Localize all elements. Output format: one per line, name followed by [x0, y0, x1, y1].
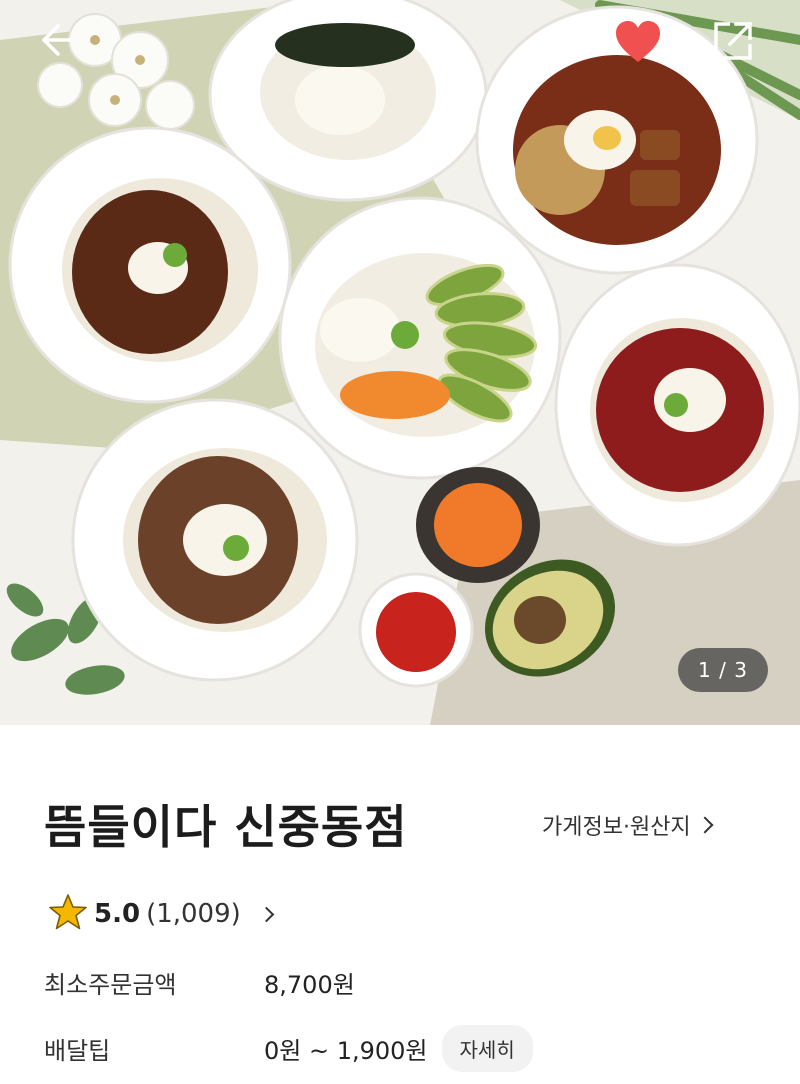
- star-icon: [48, 893, 88, 935]
- review-count: (1,009): [146, 899, 241, 929]
- favorite-button[interactable]: [614, 20, 666, 68]
- rating-summary[interactable]: 5.0 (1,009): [48, 893, 275, 935]
- min-order-value: 8,700원: [264, 971, 355, 999]
- hero-image[interactable]: 1 / 3: [0, 0, 800, 725]
- share-button[interactable]: [712, 20, 764, 68]
- min-order-row: 최소주문금액 8,700원: [44, 965, 355, 1000]
- chevron-right-icon: [258, 906, 275, 922]
- store-name: 뜸들이다 신중동점: [44, 800, 408, 854]
- image-page-indicator: 1 / 3: [678, 648, 768, 692]
- store-info-link-label: 가게정보·원산지: [542, 815, 691, 840]
- back-button[interactable]: [36, 20, 84, 68]
- delivery-tip-value: 0원 ~ 1,900원: [264, 1037, 428, 1065]
- store-info-origin-link[interactable]: 가게정보·원산지: [542, 809, 714, 841]
- delivery-tip-label: 배달팁: [44, 1037, 111, 1065]
- delivery-tip-row: 배달팁 0원 ~ 1,900원 자세히: [44, 1025, 533, 1072]
- delivery-tip-detail-button[interactable]: 자세히: [441, 1025, 533, 1072]
- store-info-section: 뜸들이다 신중동점 가게정보·원산지 5.0 (1,009) 최소주문금액 8,…: [0, 725, 800, 1084]
- chevron-right-icon: [696, 816, 714, 834]
- rating-score: 5.0: [94, 899, 141, 929]
- food-photo: [0, 0, 800, 725]
- min-order-label: 최소주문금액: [44, 971, 177, 999]
